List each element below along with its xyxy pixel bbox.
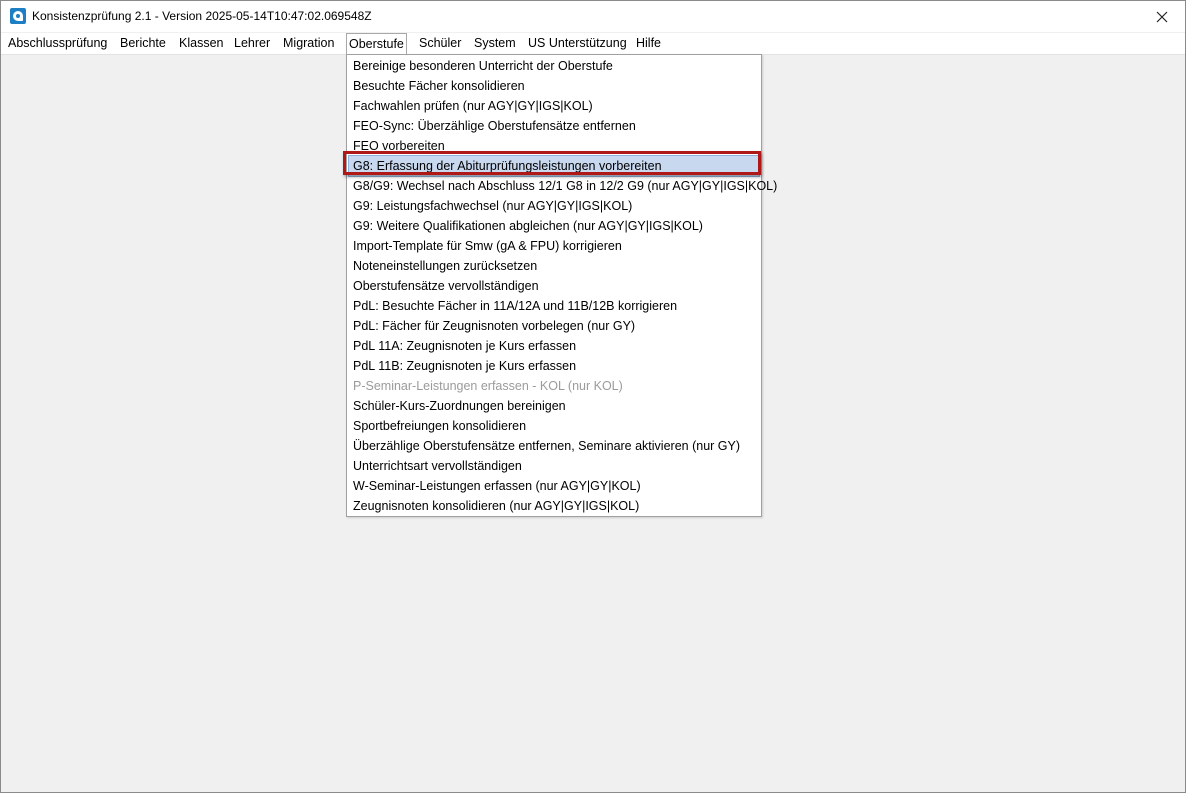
menu-us-unterstuetzung[interactable]: US Unterstützung (526, 33, 629, 53)
close-button[interactable] (1139, 1, 1185, 32)
menu-item-ueberzaehlige-oberstufensaetze[interactable]: Überzählige Oberstufensätze entfernen, S… (349, 436, 759, 456)
app-logo-icon (10, 8, 26, 24)
menu-oberstufe[interactable]: Oberstufe (346, 33, 407, 54)
menu-system[interactable]: System (472, 33, 518, 53)
close-icon (1156, 11, 1168, 22)
menu-item-g8-abiturpruefungsleistungen[interactable]: G8: Erfassung der Abiturprüfungsleistung… (348, 155, 760, 177)
menu-item-feo-sync[interactable]: FEO-Sync: Überzählige Oberstufensätze en… (349, 116, 759, 136)
menu-item-import-template-smw[interactable]: Import-Template für Smw (gA & FPU) korri… (349, 236, 759, 256)
menu-schueler[interactable]: Schüler (417, 33, 463, 53)
menu-item-pdl-11b-zeugnisnoten[interactable]: PdL 11B: Zeugnisnoten je Kurs erfassen (349, 356, 759, 376)
menu-klassen[interactable]: Klassen (177, 33, 225, 53)
menu-item-fachwahlen-pruefen[interactable]: Fachwahlen prüfen (nur AGY|GY|IGS|KOL) (349, 96, 759, 116)
oberstufe-dropdown-menu: Bereinige besonderen Unterricht der Ober… (346, 54, 777, 517)
menu-item-pdl-besuchte-faecher[interactable]: PdL: Besuchte Fächer in 11A/12A und 11B/… (349, 296, 759, 316)
menu-item-w-seminar-leistungen[interactable]: W-Seminar-Leistungen erfassen (nur AGY|G… (349, 476, 759, 496)
menu-item-oberstufensaetze-vervollstaendigen[interactable]: Oberstufensätze vervollständigen (349, 276, 759, 296)
menu-item-g9-leistungsfachwechsel[interactable]: G9: Leistungsfachwechsel (nur AGY|GY|IGS… (349, 196, 759, 216)
menu-item-zeugnisnoten-konsolidieren[interactable]: Zeugnisnoten konsolidieren (nur AGY|GY|I… (349, 496, 759, 516)
menu-abschlusspruefung[interactable]: Abschlussprüfung (6, 33, 109, 53)
menu-item-bereinige-besonderen-unterricht[interactable]: Bereinige besonderen Unterricht der Ober… (349, 56, 759, 76)
menu-item-feo-vorbereiten[interactable]: FEO vorbereiten (349, 136, 759, 156)
menu-lehrer[interactable]: Lehrer (232, 33, 272, 53)
menu-item-g8-g9-wechsel[interactable]: G8/G9: Wechsel nach Abschluss 12/1 G8 in… (349, 176, 777, 196)
menu-item-besuchte-faecher-konsolidieren[interactable]: Besuchte Fächer konsolidieren (349, 76, 759, 96)
menu-item-schueler-kurs-zuordnungen[interactable]: Schüler-Kurs-Zuordnungen bereinigen (349, 396, 759, 416)
title-bar[interactable]: Konsistenzprüfung 2.1 - Version 2025-05-… (1, 1, 1185, 32)
menu-item-p-seminar-leistungen: P-Seminar-Leistungen erfassen - KOL (nur… (353, 379, 623, 393)
menu-item-unterrichtsart-vervollstaendigen[interactable]: Unterrichtsart vervollständigen (349, 456, 759, 476)
menu-bar: Abschlussprüfung Berichte Klassen Lehrer… (1, 33, 1185, 55)
menu-hilfe[interactable]: Hilfe (634, 33, 663, 53)
menu-item-pdl-11a-zeugnisnoten[interactable]: PdL 11A: Zeugnisnoten je Kurs erfassen (349, 336, 759, 356)
window-title: Konsistenzprüfung 2.1 - Version 2025-05-… (32, 9, 372, 23)
menu-item-noteneinstellungen-zuruecksetzen[interactable]: Noteneinstellungen zurücksetzen (349, 256, 759, 276)
menu-migration[interactable]: Migration (281, 33, 336, 53)
menu-item-pdl-faecher-zeugnisnoten[interactable]: PdL: Fächer für Zeugnisnoten vorbelegen … (349, 316, 759, 336)
app-window: Konsistenzprüfung 2.1 - Version 2025-05-… (0, 0, 1186, 793)
menu-item-g9-weitere-qualifikationen[interactable]: G9: Weitere Qualifikationen abgleichen (… (349, 216, 759, 236)
menu-item-sportbefreiungen-konsolidieren[interactable]: Sportbefreiungen konsolidieren (349, 416, 759, 436)
menu-berichte[interactable]: Berichte (118, 33, 168, 53)
